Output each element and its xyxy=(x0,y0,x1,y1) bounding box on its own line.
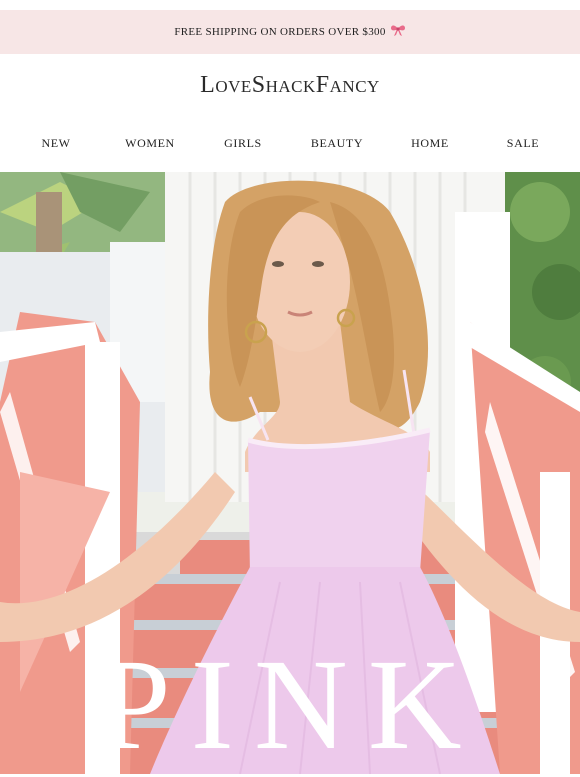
nav-item-women[interactable]: WOMEN xyxy=(125,136,175,151)
nav-item-girls[interactable]: GIRLS xyxy=(224,136,262,151)
main-nav: NEW WOMEN GIRLS BEAUTY HOME SALE xyxy=(0,136,580,156)
nav-item-home[interactable]: HOME xyxy=(411,136,449,151)
promo-banner[interactable]: FREE SHIPPING ON ORDERS OVER $300 xyxy=(0,10,580,54)
nav-item-sale[interactable]: SALE xyxy=(507,136,539,151)
promo-text: FREE SHIPPING ON ORDERS OVER $300 xyxy=(174,26,386,38)
nav-item-beauty[interactable]: BEAUTY xyxy=(311,136,363,151)
hero-title: PINK xyxy=(98,633,482,777)
bow-icon xyxy=(390,23,406,42)
brand-logo[interactable]: LoveShackFancy xyxy=(0,72,580,99)
nav-item-new[interactable]: NEW xyxy=(41,136,70,151)
